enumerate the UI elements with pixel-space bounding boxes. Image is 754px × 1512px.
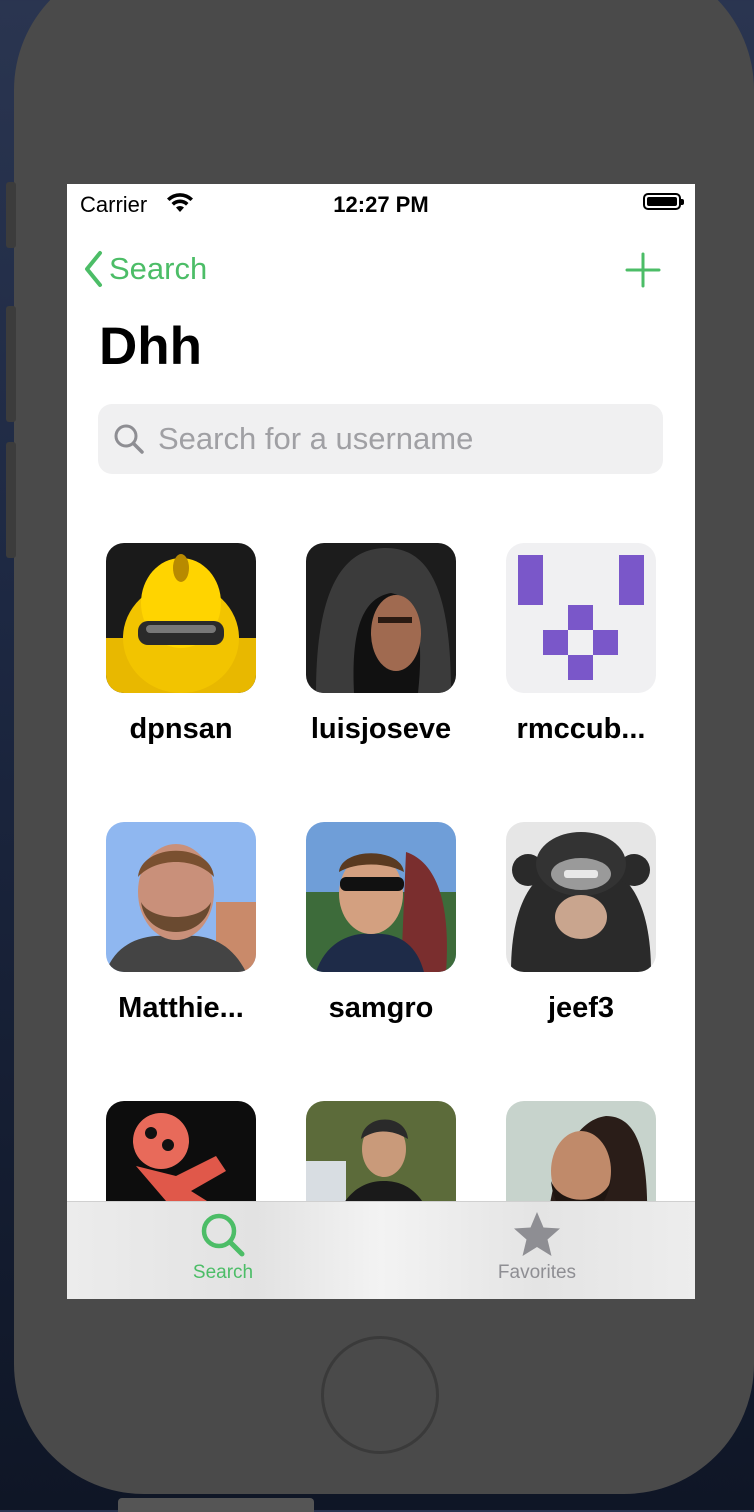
page-title: Dhh — [99, 317, 203, 376]
battery-icon — [643, 193, 684, 210]
search-input[interactable] — [158, 421, 638, 457]
user-avatar — [306, 543, 456, 693]
home-button[interactable] — [321, 1336, 439, 1454]
user-name: jeef3 — [547, 992, 615, 1024]
user-avatar — [106, 822, 256, 972]
tab-bar: Search Favorites — [67, 1201, 695, 1299]
app-screen: Carrier 12:27 PM Search Dhh Search for a… — [67, 184, 695, 1299]
mute-switch — [6, 182, 16, 248]
navigation-bar: Search — [67, 244, 695, 294]
search-icon — [201, 1213, 245, 1257]
status-bar: Carrier 12:27 PM — [67, 184, 695, 224]
tab-favorites-label: Favorites — [497, 1262, 577, 1283]
search-icon — [114, 424, 144, 454]
back-button[interactable]: Search — [83, 244, 207, 294]
chevron-left-icon — [85, 251, 102, 287]
volume-up-button — [6, 306, 16, 422]
user-name: rmccub... — [516, 713, 646, 745]
user-avatar — [506, 543, 656, 693]
volume-down-button — [6, 442, 16, 558]
clock: 12:27 PM — [333, 192, 429, 217]
user-avatar — [506, 822, 656, 972]
user-avatar — [306, 822, 456, 972]
user-avatar — [106, 543, 256, 693]
user-name: luisjoseve — [310, 713, 452, 745]
plus-icon[interactable] — [625, 252, 661, 288]
tab-search-label: Search — [192, 1262, 254, 1283]
search-bar[interactable] — [98, 404, 663, 474]
user-name: Matthie... — [118, 992, 244, 1024]
star-icon — [514, 1212, 560, 1256]
user-name: samgro — [328, 992, 434, 1024]
tab-search[interactable]: Search — [123, 1210, 323, 1284]
tab-favorites[interactable]: Favorites — [437, 1210, 637, 1284]
user-name: dpnsan — [129, 713, 233, 745]
back-button-label: Search — [109, 251, 208, 286]
